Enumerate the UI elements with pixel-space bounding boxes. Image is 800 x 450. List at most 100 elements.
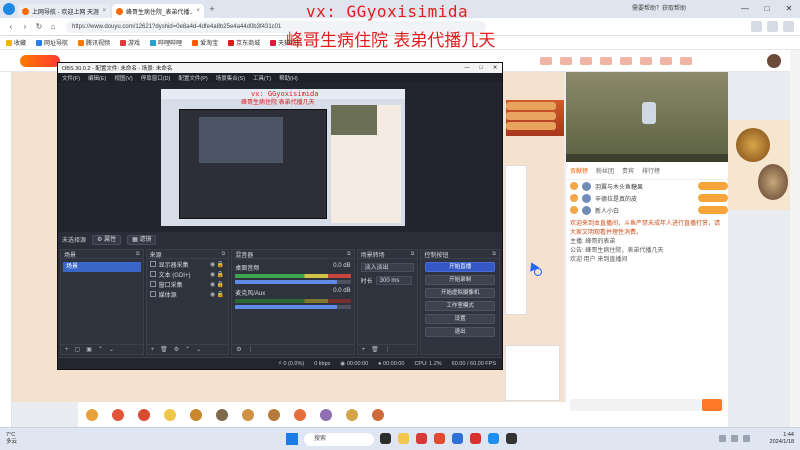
studio-mode-button[interactable]: 工作室模式	[425, 301, 495, 311]
maximize-icon[interactable]: □	[474, 65, 488, 71]
gift-icon[interactable]	[346, 408, 358, 421]
weather-widget[interactable]: 7°C 多云	[6, 432, 17, 446]
explorer-icon[interactable]	[398, 433, 409, 444]
visibility-icon[interactable]: ◉ 🔒	[210, 261, 224, 268]
gift-icon[interactable]	[372, 408, 384, 421]
gear-icon[interactable]: ⚙	[174, 346, 179, 353]
video-controls[interactable]	[566, 154, 728, 162]
remove-icon[interactable]: 🗑	[160, 346, 168, 353]
tab-fans[interactable]: 粉丝团	[596, 166, 614, 175]
filters-button[interactable]: ▦ 滤镜	[127, 234, 157, 245]
settings-button[interactable]: 设置	[425, 314, 495, 324]
close-icon[interactable]: ×	[196, 8, 200, 14]
nav-icon[interactable]	[680, 57, 692, 65]
bookmark-item[interactable]: 京东商城	[228, 38, 260, 47]
virtual-camera-button[interactable]: 开始虚拟摄像机	[425, 288, 495, 298]
rank-row[interactable]: 羽翼与木头鱼糖果	[566, 180, 728, 192]
gift-icon[interactable]	[320, 408, 332, 421]
obs-preview[interactable]: vx: GGyoxisimida 峰哥生病住院 表弟代播几天	[58, 82, 502, 232]
menu-icon[interactable]	[783, 21, 794, 32]
source-item[interactable]: 文本 (GDI+) ◉ 🔒	[147, 269, 229, 279]
volume-slider[interactable]	[235, 305, 351, 309]
browser-icon[interactable]	[488, 433, 499, 444]
gift-icon[interactable]	[268, 408, 280, 421]
undock-icon[interactable]: ⧉	[136, 251, 140, 257]
add-icon[interactable]: +	[362, 347, 366, 353]
task-view-icon[interactable]	[380, 433, 391, 444]
bookmark-item[interactable]: 游戏	[120, 38, 140, 47]
gear-icon[interactable]: ⚙	[236, 346, 241, 353]
home-icon[interactable]: ⌂	[46, 22, 60, 31]
volume-icon[interactable]	[743, 435, 750, 442]
browser-tab[interactable]: 上网导航 - 欢迎上网 天涯浏览 ×	[18, 4, 110, 18]
browser-logo-icon[interactable]	[3, 3, 15, 15]
transition-select[interactable]: 淡入淡出	[360, 263, 415, 272]
minimize-icon[interactable]: —	[734, 0, 756, 18]
live-video-thumbnail[interactable]	[566, 72, 728, 162]
more-icon[interactable]: ⋮	[248, 346, 254, 353]
nav-icon[interactable]	[620, 57, 632, 65]
forward-icon[interactable]: ›	[18, 22, 32, 31]
gift-icon[interactable]	[190, 408, 202, 421]
site-logo[interactable]	[20, 55, 60, 67]
rank-row[interactable]: 辛德拉是真的皮	[566, 192, 728, 204]
extension-icon[interactable]	[767, 21, 778, 32]
visibility-icon[interactable]: ◉ 🔒	[210, 271, 224, 278]
nav-icon[interactable]	[600, 57, 612, 65]
properties-button[interactable]: ⚙ 属性	[92, 234, 122, 245]
exit-button[interactable]: 退出	[425, 327, 495, 337]
add-icon[interactable]: +	[151, 347, 155, 353]
clock[interactable]: 1:44 2024/1/18	[770, 432, 794, 446]
streamer-portrait[interactable]	[758, 164, 788, 200]
page-scrollbar[interactable]	[790, 50, 800, 427]
close-window-icon[interactable]: ✕	[778, 0, 800, 18]
top-promo-text[interactable]: 需要帮助？获取帮助	[632, 3, 742, 15]
new-tab-button[interactable]: +	[206, 4, 218, 18]
nav-icon[interactable]	[640, 57, 652, 65]
visibility-icon[interactable]: ◉ 🔒	[210, 291, 224, 298]
menu-file[interactable]: 文件(F)	[62, 74, 80, 82]
bookmark-item[interactable]: 哔哩哔哩	[150, 38, 182, 47]
back-icon[interactable]: ‹	[4, 22, 18, 31]
browser-tab-active[interactable]: 峰哥生病住院_表弟代播... ×	[112, 4, 204, 18]
close-icon[interactable]: ×	[102, 8, 106, 14]
menu-edit[interactable]: 编辑(E)	[88, 74, 106, 82]
minimize-icon[interactable]: —	[460, 65, 474, 71]
source-item[interactable]: 显示器采集 ◉ 🔒	[147, 259, 229, 269]
undock-icon[interactable]: ⧉	[222, 251, 226, 257]
source-item[interactable]: 媒体源 ◉ 🔒	[147, 289, 229, 299]
start-recording-button[interactable]: 开始录制	[425, 275, 495, 285]
move-up-icon[interactable]: ⌃	[98, 346, 103, 353]
extension-icon[interactable]	[751, 21, 762, 32]
undock-icon[interactable]: ⧉	[411, 251, 415, 257]
menu-scene-collection[interactable]: 场景集合(S)	[216, 74, 245, 82]
user-avatar[interactable]	[766, 53, 782, 69]
menu-profile[interactable]: 配置文件(P)	[178, 74, 207, 82]
app-icon[interactable]	[470, 433, 481, 444]
undock-icon[interactable]: ⧉	[492, 251, 496, 257]
move-down-icon[interactable]: ⌄	[109, 346, 114, 353]
bookmark-item[interactable]: 收藏	[6, 38, 26, 47]
badge[interactable]	[506, 122, 556, 130]
remove-icon[interactable]: 🗑	[371, 346, 379, 353]
undock-icon[interactable]: ⧉	[347, 251, 351, 257]
medal-icon[interactable]	[736, 128, 770, 162]
gift-icon[interactable]	[216, 408, 228, 421]
gift-icon[interactable]	[242, 408, 254, 421]
bookmark-item[interactable]: 腾讯视频	[78, 38, 110, 47]
edge-icon[interactable]	[452, 433, 463, 444]
duration-input[interactable]: 300 ms	[375, 276, 412, 285]
refresh-icon[interactable]: ↻	[32, 22, 46, 31]
scene-item[interactable]: 场景	[63, 262, 141, 272]
tab-vip[interactable]: 贵宾	[622, 166, 634, 175]
chat-send-button[interactable]	[702, 399, 722, 411]
network-icon[interactable]	[731, 435, 738, 442]
visibility-icon[interactable]: ◉ 🔒	[210, 281, 224, 288]
move-down-icon[interactable]: ⌄	[196, 346, 201, 353]
tab-contribution[interactable]: 贡献榜	[570, 166, 588, 175]
menu-view[interactable]: 视图(V)	[114, 74, 132, 82]
taskbar-search[interactable]: 搜索	[304, 433, 374, 446]
maximize-icon[interactable]: □	[756, 0, 778, 18]
bookmark-item[interactable]: 网址导航	[36, 38, 68, 47]
more-icon[interactable]: ⋮	[385, 346, 391, 353]
